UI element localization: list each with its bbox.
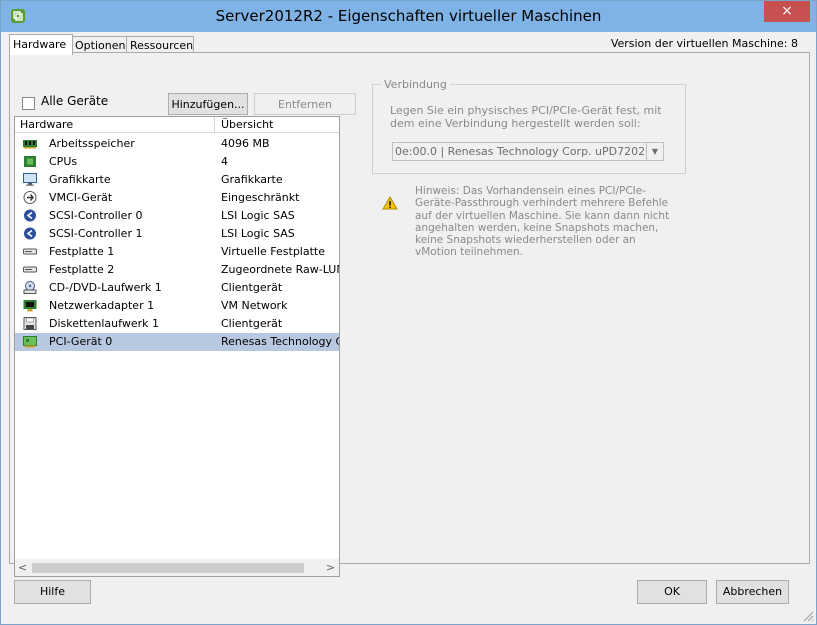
hardware-row-name: Netzwerkadapter 1	[49, 299, 155, 312]
hardware-row[interactable]: Festplatte 1 Virtuelle Festplatte	[15, 243, 339, 261]
hardware-row[interactable]: SCSI-Controller 0 LSI Logic SAS	[15, 207, 339, 225]
hardware-list-header: Hardware Übersicht	[15, 117, 339, 133]
window-title: Server2012R2 - Eigenschaften virtueller …	[215, 7, 602, 25]
hardware-list[interactable]: Hardware Übersicht Arbeitsspeicher 4096 M…	[14, 116, 340, 577]
hardware-row-summary: Grafikkarte	[221, 173, 283, 186]
tab-hardware[interactable]: Hardware	[9, 34, 73, 55]
all-devices-label: Alle Geräte	[41, 94, 109, 108]
hardware-rows: Arbeitsspeicher 4096 MB CPUs 4 Grafikkarte Gr…	[15, 135, 339, 351]
all-devices-checkbox[interactable]	[22, 97, 35, 110]
close-button[interactable]: ×	[764, 1, 810, 22]
hardware-row-name: SCSI-Controller 0	[49, 209, 143, 222]
hard-disk-icon	[23, 263, 37, 276]
hardware-row-name: Grafikkarte	[49, 173, 111, 186]
chevron-down-icon[interactable]: ▼	[646, 143, 663, 160]
hardware-row-name: Festplatte 1	[49, 245, 115, 258]
properties-window: Server2012R2 - Eigenschaften virtueller …	[0, 0, 817, 625]
hardware-row-summary: Clientgerät	[221, 317, 283, 330]
hardware-row[interactable]: VMCI-Gerät Eingeschränkt	[15, 189, 339, 207]
connection-group-title: Verbindung	[381, 78, 450, 91]
scsi-controller-icon	[23, 209, 37, 222]
vmci-icon	[23, 191, 37, 204]
column-header-summary[interactable]: Übersicht	[221, 118, 273, 131]
scrollbar-thumb[interactable]	[32, 563, 304, 573]
hardware-row-summary: Zugeordnete Raw-LUN	[221, 263, 339, 276]
pci-device-icon	[23, 335, 37, 348]
hardware-row[interactable]: Arbeitsspeicher 4096 MB	[15, 135, 339, 153]
hardware-row-name: PCI-Gerät 0	[49, 335, 113, 348]
hardware-row[interactable]: Festplatte 2 Zugeordnete Raw-LUN	[15, 261, 339, 279]
hardware-row-summary: 4	[221, 155, 228, 168]
remove-button[interactable]: Entfernen	[254, 93, 356, 115]
scsi-controller-icon	[23, 227, 37, 240]
warning-icon	[382, 196, 398, 210]
cpu-icon	[23, 155, 37, 168]
hardware-row-name: CPUs	[49, 155, 78, 168]
cancel-button[interactable]: Abbrechen	[716, 580, 789, 604]
hardware-row[interactable]: Diskettenlaufwerk 1 Clientgerät	[15, 315, 339, 333]
hardware-row[interactable]: CPUs 4	[15, 153, 339, 171]
hardware-panel: Alle Geräte Hinzufügen... Entfernen Hard…	[9, 52, 810, 577]
memory-icon	[23, 137, 37, 150]
hardware-row[interactable]: Netzwerkadapter 1 VM Network	[15, 297, 339, 315]
column-header-hardware[interactable]: Hardware	[20, 118, 73, 131]
help-button[interactable]: Hilfe	[14, 580, 91, 604]
scroll-right-icon[interactable]: >	[326, 561, 335, 574]
hardware-row-name: CD-/DVD-Laufwerk 1	[49, 281, 162, 294]
column-separator[interactable]	[214, 117, 215, 132]
horizontal-scrollbar[interactable]: < >	[15, 559, 339, 576]
pci-device-select[interactable]: 0e:00.0 | Renesas Technology Corp. uPD72…	[392, 142, 664, 161]
hardware-row-name: VMCI-Gerät	[49, 191, 113, 204]
hardware-row[interactable]: CD-/DVD-Laufwerk 1 Clientgerät	[15, 279, 339, 297]
hardware-row-summary: Clientgerät	[221, 281, 283, 294]
hardware-row-summary: Renesas Technology Co	[221, 335, 339, 348]
hardware-row-summary: VM Network	[221, 299, 288, 312]
dialog-body: Hardware Optionen Ressourcen Version der…	[9, 32, 810, 577]
resize-grip-icon[interactable]	[802, 610, 814, 622]
hardware-row[interactable]: Grafikkarte Grafikkarte	[15, 171, 339, 189]
hardware-row-summary: Eingeschränkt	[221, 191, 300, 204]
ok-button[interactable]: OK	[637, 580, 707, 604]
hardware-row[interactable]: SCSI-Controller 1 LSI Logic SAS	[15, 225, 339, 243]
floppy-drive-icon	[23, 317, 37, 330]
hardware-row-name: Festplatte 2	[49, 263, 115, 276]
pci-device-select-value: 0e:00.0 | Renesas Technology Corp. uPD72…	[395, 145, 664, 158]
monitor-icon	[23, 173, 37, 186]
connection-description: Legen Sie ein physisches PCI/PCIe-Gerät …	[390, 104, 662, 130]
vm-version-label: Version der virtuellen Maschine: 8	[610, 37, 798, 50]
add-button[interactable]: Hinzufügen...	[168, 93, 248, 115]
hard-disk-icon	[23, 245, 37, 258]
hardware-row-name: Arbeitsspeicher	[49, 137, 135, 150]
cd-drive-icon	[23, 281, 37, 294]
title-bar[interactable]: Server2012R2 - Eigenschaften virtueller …	[1, 1, 816, 32]
network-adapter-icon	[23, 299, 37, 312]
hardware-row[interactable]: PCI-Gerät 0 Renesas Technology Co	[15, 333, 339, 351]
hardware-row-name: Diskettenlaufwerk 1	[49, 317, 159, 330]
hardware-row-summary: 4096 MB	[221, 137, 270, 150]
hardware-row-summary: LSI Logic SAS	[221, 227, 295, 240]
hardware-row-summary: LSI Logic SAS	[221, 209, 295, 222]
hardware-row-name: SCSI-Controller 1	[49, 227, 143, 240]
hardware-row-summary: Virtuelle Festplatte	[221, 245, 326, 258]
scroll-left-icon[interactable]: <	[18, 561, 27, 574]
passthrough-hint: Hinweis: Das Vorhandensein eines PCI/PCI…	[415, 185, 670, 259]
